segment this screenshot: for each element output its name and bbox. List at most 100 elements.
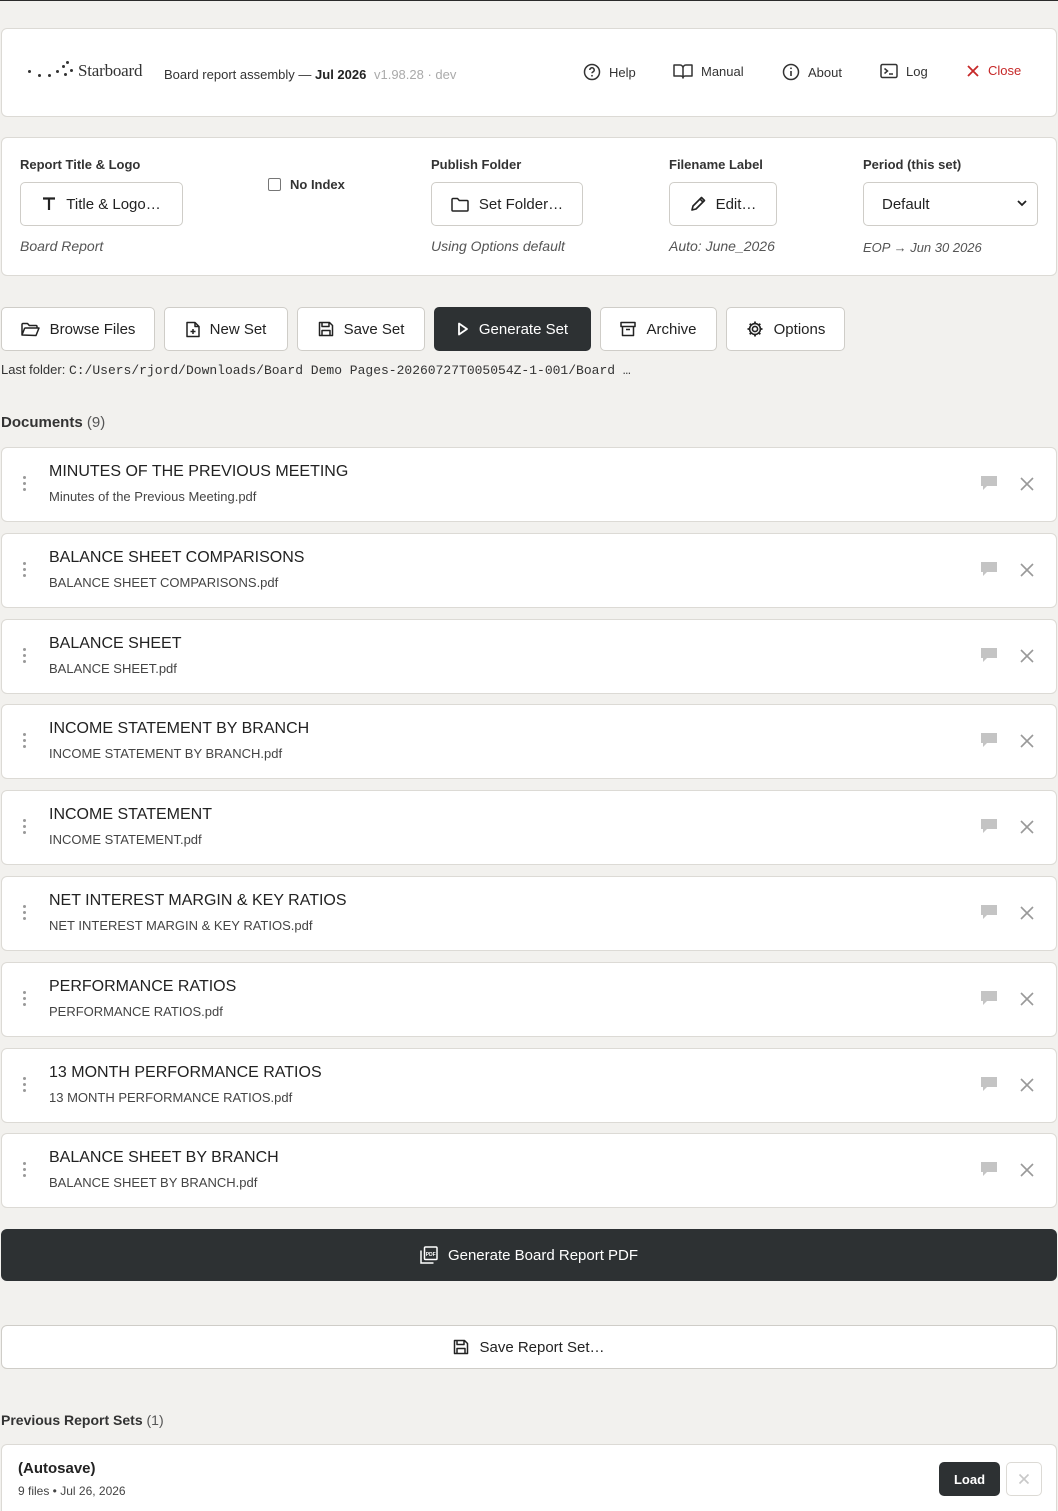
remove-document-icon[interactable] (1019, 476, 1035, 497)
app-header: Starboard Board report assembly — Jul 20… (1, 28, 1057, 117)
pencil-icon (690, 196, 705, 211)
document-row[interactable]: NET INTEREST MARGIN & KEY RATIOS NET INTE… (1, 876, 1057, 951)
load-set-button[interactable]: Load (939, 1462, 1000, 1496)
set-folder-button[interactable]: Set Folder… (431, 182, 583, 226)
save-icon (318, 321, 333, 337)
drag-handle-icon[interactable] (23, 1162, 27, 1180)
info-icon (782, 63, 800, 81)
drag-handle-icon[interactable] (23, 1077, 27, 1095)
filename-label-heading: Filename Label (669, 157, 763, 172)
drag-handle-icon[interactable] (23, 991, 27, 1009)
document-row[interactable]: BALANCE SHEET BALANCE SHEET.pdf (1, 619, 1057, 694)
documents-count: (9) (86, 414, 106, 431)
remove-document-icon[interactable] (1019, 1077, 1035, 1098)
comment-icon[interactable] (980, 1076, 998, 1097)
comment-icon[interactable] (980, 990, 998, 1011)
document-row[interactable]: INCOME STATEMENT BY BRANCH INCOME STATEME… (1, 704, 1057, 779)
options-button[interactable]: Options (726, 307, 845, 351)
document-row[interactable]: PERFORMANCE RATIOS PERFORMANCE RATIOS.pdf (1, 962, 1057, 1037)
gear-icon (747, 321, 763, 337)
comment-icon[interactable] (980, 475, 998, 496)
document-filename: INCOME STATEMENT BY BRANCH.pdf (49, 746, 283, 761)
generate-set-button[interactable]: Generate Set (434, 307, 591, 351)
previous-sets-count: (1) (146, 1412, 164, 1428)
document-title: INCOME STATEMENT (49, 806, 212, 823)
folder-open-icon (20, 322, 40, 336)
drag-handle-icon[interactable] (23, 648, 27, 666)
generate-board-report-pdf-button[interactable]: PDF Generate Board Report PDF (1, 1229, 1057, 1281)
document-filename: Minutes of the Previous Meeting.pdf (49, 489, 257, 504)
browse-files-button[interactable]: Browse Files (1, 307, 155, 351)
last-folder-info: Last folder: C:/Users/rjord/Downloads/Bo… (1, 362, 631, 378)
set-meta: 9 files • Jul 26, 2026 (18, 1484, 126, 1498)
remove-document-icon[interactable] (1019, 648, 1035, 669)
comment-icon[interactable] (980, 904, 998, 925)
drag-handle-icon[interactable] (23, 905, 27, 923)
publish-folder-label: Publish Folder (431, 157, 522, 172)
version-label: v1.98.28 · dev (373, 67, 457, 82)
document-row[interactable]: BALANCE SHEET BY BRANCH BALANCE SHEET BY … (1, 1133, 1057, 1208)
period-label: Period (this set) (863, 157, 962, 172)
document-title: NET INTEREST MARGIN & KEY RATIOS (49, 892, 347, 909)
about-button[interactable]: About (782, 63, 842, 81)
save-report-set-button[interactable]: Save Report Set… (1, 1325, 1057, 1369)
set-name: (Autosave) (18, 1460, 96, 1477)
period-hint: EOP → Jun 30 2026 (863, 240, 982, 255)
document-title: BALANCE SHEET (49, 635, 182, 652)
starboard-logo: Starboard (26, 61, 142, 81)
drag-handle-icon[interactable] (23, 819, 27, 837)
comment-icon[interactable] (980, 1161, 998, 1182)
manual-button[interactable]: Manual (673, 63, 744, 79)
last-folder-path: C:/Users/rjord/Downloads/Board Demo Page… (68, 363, 631, 378)
text-t-icon (43, 197, 56, 210)
help-button[interactable]: Help (583, 63, 636, 81)
comment-icon[interactable] (980, 732, 998, 753)
comment-icon[interactable] (980, 647, 998, 668)
close-button[interactable]: Close (966, 63, 1021, 78)
document-title: MINUTES OF THE PREVIOUS MEETING (49, 463, 349, 480)
drag-handle-icon[interactable] (23, 733, 27, 751)
document-row[interactable]: BALANCE SHEET COMPARISONS BALANCE SHEET C… (1, 533, 1057, 608)
document-row[interactable]: INCOME STATEMENT INCOME STATEMENT.pdf (1, 790, 1057, 865)
archive-icon (620, 321, 637, 337)
close-x-icon (1018, 1473, 1030, 1485)
constellation-icon (26, 61, 74, 81)
archive-button[interactable]: Archive (600, 307, 717, 351)
page-subtitle: Board report assembly — Jul 2026 v1.98.2… (164, 67, 457, 82)
new-set-button[interactable]: New Set (164, 307, 288, 351)
log-button[interactable]: Log (880, 63, 928, 79)
checkbox-box[interactable] (268, 178, 281, 191)
document-title: BALANCE SHEET COMPARISONS (49, 549, 305, 566)
remove-document-icon[interactable] (1019, 905, 1035, 926)
previous-sets-heading: Previous Report Sets (1) (1, 1412, 164, 1428)
period-select[interactable]: Default (863, 182, 1038, 226)
drag-handle-icon[interactable] (23, 476, 27, 494)
publish-folder-hint: Using Options default (431, 238, 565, 254)
remove-document-icon[interactable] (1019, 733, 1035, 754)
comment-icon[interactable] (980, 818, 998, 839)
remove-document-icon[interactable] (1019, 1162, 1035, 1183)
edit-filename-button[interactable]: Edit… (669, 182, 777, 226)
no-index-checkbox[interactable]: No Index (268, 177, 345, 192)
delete-set-button[interactable] (1006, 1462, 1042, 1496)
document-filename: INCOME STATEMENT.pdf (49, 832, 202, 847)
title-logo-button[interactable]: Title & Logo… (20, 182, 183, 226)
document-title: BALANCE SHEET BY BRANCH (49, 1149, 279, 1166)
document-title: PERFORMANCE RATIOS (49, 978, 237, 995)
save-set-button[interactable]: Save Set (297, 307, 425, 351)
drag-handle-icon[interactable] (23, 562, 27, 580)
comment-icon[interactable] (980, 561, 998, 582)
previous-set-item: (Autosave) 9 files • Jul 26, 2026 Load (1, 1444, 1057, 1511)
document-row[interactable]: 13 MONTH PERFORMANCE RATIOS 13 MONTH PERF… (1, 1048, 1057, 1123)
remove-document-icon[interactable] (1019, 819, 1035, 840)
terminal-icon (880, 63, 898, 79)
close-x-icon (967, 64, 979, 77)
document-row[interactable]: MINUTES OF THE PREVIOUS MEETING Minutes o… (1, 447, 1057, 522)
document-filename: BALANCE SHEET.pdf (49, 661, 177, 676)
chevron-down-icon (1017, 200, 1027, 207)
remove-document-icon[interactable] (1019, 991, 1035, 1012)
documents-heading: Documents (9) (1, 414, 106, 431)
document-filename: BALANCE SHEET COMPARISONS.pdf (49, 575, 279, 590)
svg-text:PDF: PDF (426, 1252, 436, 1258)
remove-document-icon[interactable] (1019, 562, 1035, 583)
